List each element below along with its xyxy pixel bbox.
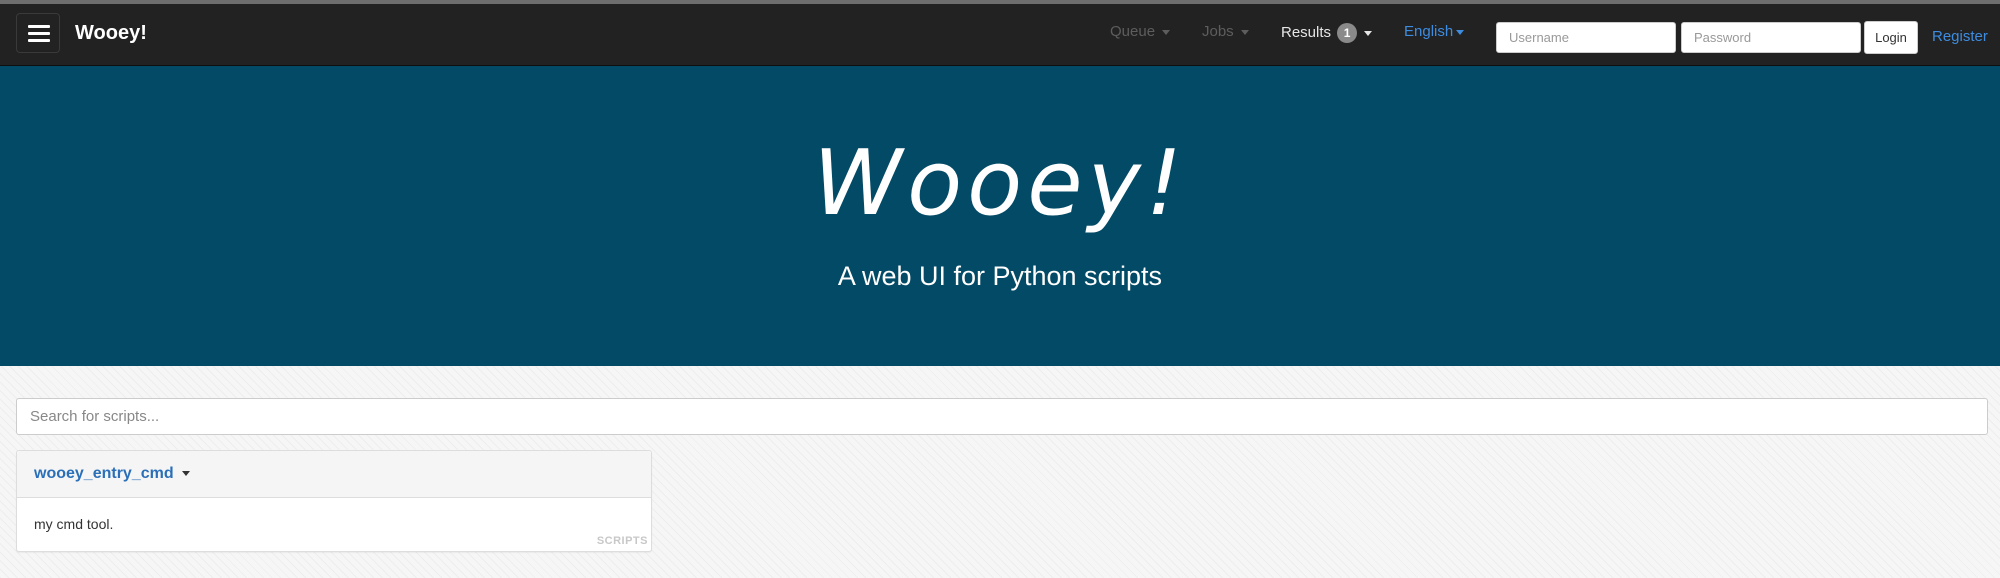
chevron-down-icon <box>181 471 190 477</box>
script-card-header: wooey_entry_cmd <box>17 451 651 498</box>
hero-subtitle: A web UI for Python scripts <box>837 261 1163 291</box>
hero-banner: Wooey! A web UI for Python scripts <box>0 66 2000 366</box>
hamburger-menu-icon[interactable] <box>16 13 60 53</box>
nav-results-label: Results <box>1281 23 1332 41</box>
language-dropdown[interactable]: English <box>1404 23 1465 40</box>
script-title-link[interactable]: wooey_entry_cmd <box>34 465 190 483</box>
brand-logo[interactable]: Wooey! <box>75 22 147 45</box>
language-label: English <box>1404 23 1454 40</box>
username-input[interactable] <box>1496 22 1676 53</box>
script-search-input[interactable] <box>16 398 1988 435</box>
chevron-down-icon <box>1162 29 1171 35</box>
hero-title: Wooey! <box>813 131 1187 236</box>
script-title: wooey_entry_cmd <box>34 465 174 482</box>
login-button[interactable]: Login <box>1864 21 1918 54</box>
nav-queue-label: Queue <box>1110 23 1156 40</box>
chevron-down-icon <box>1456 29 1465 35</box>
script-description: my cmd tool. <box>34 516 114 532</box>
nav-results[interactable]: Results 1 <box>1281 23 1373 43</box>
script-category-tag: SCRIPTS <box>596 535 648 547</box>
results-count-badge: 1 <box>1337 23 1358 43</box>
nav-jobs[interactable]: Jobs <box>1202 23 1249 40</box>
navbar: Wooey! Queue Jobs Results 1 English Login… <box>0 4 2000 66</box>
script-card: wooey_entry_cmd my cmd tool. SCRIPTS <box>16 450 652 552</box>
chevron-down-icon <box>1364 30 1373 36</box>
register-link[interactable]: Register <box>1932 28 1988 45</box>
password-input[interactable] <box>1681 22 1861 53</box>
chevron-down-icon <box>1240 29 1249 35</box>
nav-jobs-label: Jobs <box>1202 23 1234 40</box>
nav-queue[interactable]: Queue <box>1110 23 1171 40</box>
